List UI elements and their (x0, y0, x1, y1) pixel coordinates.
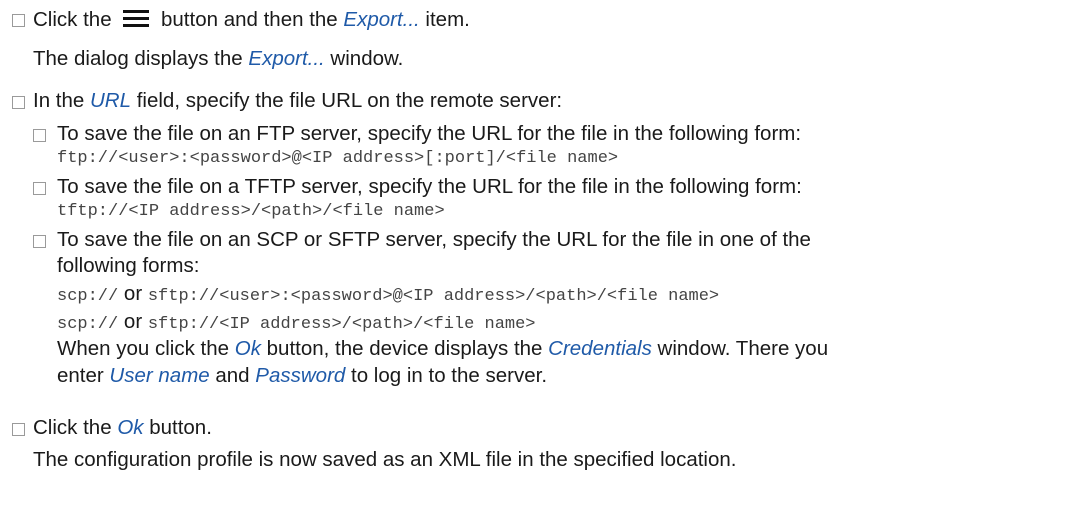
scp-note-1: When you click the Ok button, the device… (57, 337, 828, 361)
url-field-ref: URL (90, 89, 132, 112)
step-1-pre: Click the (33, 8, 118, 31)
step-3-pre: Click the (33, 416, 118, 439)
step-1-result-pre: The dialog displays the (33, 47, 249, 70)
step-checkbox (12, 423, 25, 436)
ok-button-ref: Ok (234, 337, 261, 360)
substep-checkbox (33, 129, 46, 142)
scp-text-2: following forms: (57, 254, 200, 277)
note2-post: to log in to the server. (345, 364, 548, 387)
credentials-window-ref: Credentials (548, 337, 652, 360)
scp-code: scp:// (57, 287, 119, 306)
password-ref: Password (255, 364, 346, 387)
tftp-text: To save the file on a TFTP server, speci… (57, 175, 802, 198)
ftp-text: To save the file on an FTP server, speci… (57, 122, 802, 145)
sftp-code: sftp://<IP address>/<path>/<file name> (147, 315, 536, 334)
step-2-text: In the URL field, specify the file URL o… (33, 89, 562, 113)
sftp-code: sftp://<user>:<password>@<IP address>/<p… (147, 287, 720, 306)
export-item-ref: Export... (343, 8, 420, 31)
scp-text-1: To save the file on an SCP or SFTP serve… (57, 228, 811, 251)
user-name-ref: User name (109, 364, 210, 387)
step-3-text: Click the Ok button. (33, 416, 212, 440)
ok-button-ref: Ok (117, 416, 144, 439)
step-3-post: button. (143, 416, 212, 439)
step-2-pre: In the (33, 89, 90, 112)
note-post: window. There you (651, 337, 829, 360)
tftp-code: tftp://<IP address>/<path>/<file name> (57, 202, 445, 221)
ftp-code: ftp://<user>:<password>@<IP address>[:po… (57, 149, 619, 168)
scp-note-2: enter User name and Password to log in t… (57, 364, 547, 388)
note2-mid: and (209, 364, 256, 387)
hamburger-menu-icon (123, 10, 150, 27)
step-checkbox (12, 96, 25, 109)
step-2-post: field, specify the file URL on the remot… (131, 89, 563, 112)
step-1-mid: button and then the (155, 8, 344, 31)
scp-code-line-2: scp:// or sftp://<IP address>/<path>/<fi… (57, 310, 536, 337)
step-3-result: The configuration profile is now saved a… (33, 448, 737, 471)
scp-code-line-1: scp:// or sftp://<user>:<password>@<IP a… (57, 282, 719, 309)
note-mid: button, the device displays the (260, 337, 549, 360)
note2-pre: enter (57, 364, 110, 387)
step-1-result-post: window. (324, 47, 404, 70)
scp-code: scp:// (57, 315, 119, 334)
or-text: or (118, 282, 148, 305)
substep-checkbox (33, 235, 46, 248)
step-1-text: Click the button and then the Export... … (33, 8, 470, 32)
note-pre: When you click the (57, 337, 235, 360)
export-window-ref: Export... (248, 47, 325, 70)
substep-checkbox (33, 182, 46, 195)
step-1-result: The dialog displays the Export... window… (33, 47, 403, 71)
step-checkbox (12, 14, 25, 27)
step-1-post: item. (419, 8, 470, 31)
or-text: or (118, 310, 148, 333)
